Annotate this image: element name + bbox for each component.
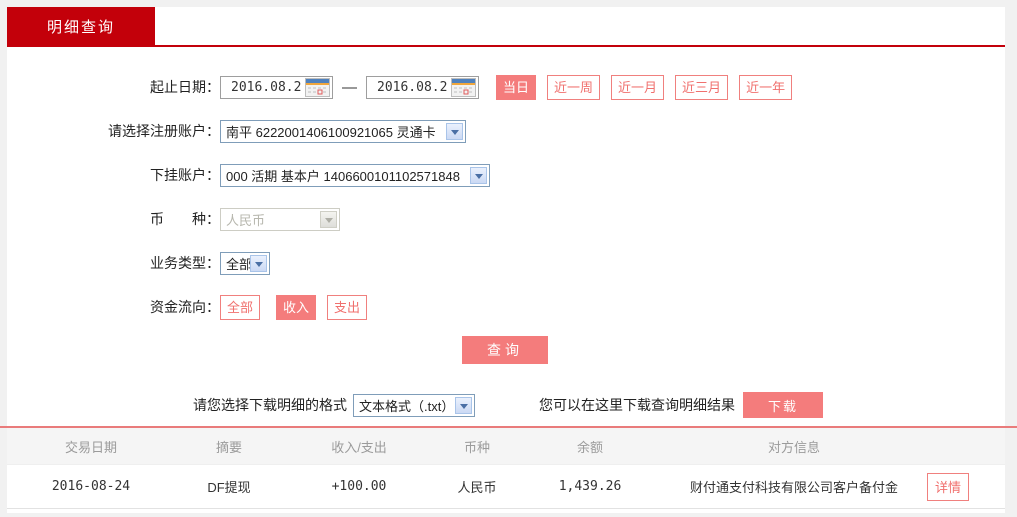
register-account-value: 南平 6222001406100921065 灵通卡 bbox=[226, 124, 436, 140]
sub-account-value: 000 活期 基本户 1406600101102571848 bbox=[226, 168, 460, 184]
detail-button[interactable]: 详情 bbox=[927, 472, 969, 501]
header-summary: 摘要 bbox=[215, 439, 242, 455]
header-balance: 余额 bbox=[576, 439, 603, 455]
download-button[interactable]: 下载 bbox=[743, 392, 823, 418]
download-hint: 您可以在这里下载查询明细结果 bbox=[539, 397, 735, 413]
end-date-input[interactable] bbox=[367, 79, 447, 95]
fund-flow-income[interactable]: 收入 bbox=[276, 294, 317, 320]
cell-summary: DF提现 bbox=[207, 480, 251, 495]
download-format-select[interactable]: 文本格式（.txt） bbox=[353, 393, 475, 417]
sub-account-row: 下挂账户： 000 活期 基本户 1406600101102571848 bbox=[7, 162, 1005, 188]
date-range-label: 起止日期： bbox=[150, 79, 220, 95]
fund-flow-all[interactable]: 全部 bbox=[220, 294, 261, 320]
sub-account-label: 下挂账户： bbox=[150, 167, 220, 183]
download-format-label: 请您选择下载明细的格式 bbox=[193, 397, 347, 413]
header-counterparty: 对方信息 bbox=[767, 439, 820, 455]
download-format-value: 文本格式（.txt） bbox=[359, 398, 455, 414]
register-account-row: 请选择注册账户： 南平 6222001406100921065 灵通卡 bbox=[7, 118, 1005, 144]
chevron-down-icon[interactable] bbox=[455, 396, 472, 414]
results-table: 交易日期 摘要 收入/支出 币种 余额 对方信息 2016-08-24 DF提现… bbox=[7, 428, 1005, 509]
cell-currency: 人民币 bbox=[457, 480, 497, 495]
header-currency: 币种 bbox=[463, 439, 490, 455]
register-account-select[interactable]: 南平 6222001406100921065 灵通卡 bbox=[220, 119, 466, 143]
cell-counterparty: 财付通支付科技有限公司客户备付金 bbox=[689, 480, 898, 495]
business-type-row: 业务类型： 全部 bbox=[7, 250, 1005, 276]
end-date-field[interactable] bbox=[366, 75, 479, 99]
calendar-icon[interactable] bbox=[305, 77, 330, 97]
register-account-label: 请选择注册账户： bbox=[108, 123, 220, 139]
calendar-icon[interactable] bbox=[451, 77, 476, 97]
date-range-row: 起止日期： — bbox=[7, 74, 1005, 100]
fund-flow-expense[interactable]: 支出 bbox=[327, 294, 368, 320]
cell-trade-date: 2016-08-24 bbox=[51, 479, 131, 494]
table-row: 2016-08-24 DF提现 +100.00 人民币 1,439.26 财付通… bbox=[7, 465, 1005, 509]
currency-value: 人民币 bbox=[226, 212, 266, 228]
header-trade-date: 交易日期 bbox=[64, 439, 117, 455]
header-income-expense: 收入/支出 bbox=[331, 439, 387, 455]
detail-query-page: 明细查询 起止日期： — bbox=[0, 0, 1017, 517]
currency-select: 人民币 bbox=[220, 207, 340, 231]
chevron-down-icon[interactable] bbox=[250, 254, 267, 272]
cell-amount: +100.00 bbox=[331, 479, 387, 494]
tab-underline bbox=[7, 45, 1005, 47]
business-type-select[interactable]: 全部 bbox=[220, 251, 270, 275]
fund-flow-row: 资金流向： 全部 收入 支出 bbox=[7, 294, 1005, 320]
chevron-down-icon[interactable] bbox=[470, 166, 487, 184]
cell-action: 详情 bbox=[927, 472, 1005, 501]
quick-range-today[interactable]: 当日 bbox=[496, 74, 537, 100]
quick-range-week[interactable]: 近一周 bbox=[547, 74, 601, 100]
tab-detail-query[interactable]: 明细查询 bbox=[7, 7, 155, 45]
start-date-input[interactable] bbox=[221, 79, 301, 95]
query-button[interactable]: 查询 bbox=[462, 336, 548, 364]
fund-flow-label: 资金流向： bbox=[150, 299, 220, 315]
currency-row: 币 种： 人民币 bbox=[7, 206, 1005, 232]
table-header-row: 交易日期 摘要 收入/支出 币种 余额 对方信息 bbox=[7, 428, 1005, 465]
download-row: 请您选择下载明细的格式 文本格式（.txt） 您可以在这里下载查询明细结果 下载 bbox=[193, 392, 823, 418]
date-range-dash: — bbox=[342, 78, 357, 96]
query-form: 起止日期： — bbox=[7, 74, 1005, 338]
cell-balance: 1,439.26 bbox=[558, 479, 622, 494]
currency-label: 币 种： bbox=[150, 211, 220, 227]
start-date-field[interactable] bbox=[220, 75, 333, 99]
sub-account-select[interactable]: 000 活期 基本户 1406600101102571848 bbox=[220, 163, 490, 187]
business-type-label: 业务类型： bbox=[150, 255, 220, 271]
chevron-down-icon[interactable] bbox=[446, 122, 463, 140]
chevron-down-icon bbox=[320, 210, 337, 228]
quick-range-quarter[interactable]: 近三月 bbox=[675, 74, 729, 100]
quick-range-month[interactable]: 近一月 bbox=[611, 74, 665, 100]
quick-range-year[interactable]: 近一年 bbox=[739, 74, 793, 100]
business-type-value: 全部 bbox=[226, 256, 250, 272]
